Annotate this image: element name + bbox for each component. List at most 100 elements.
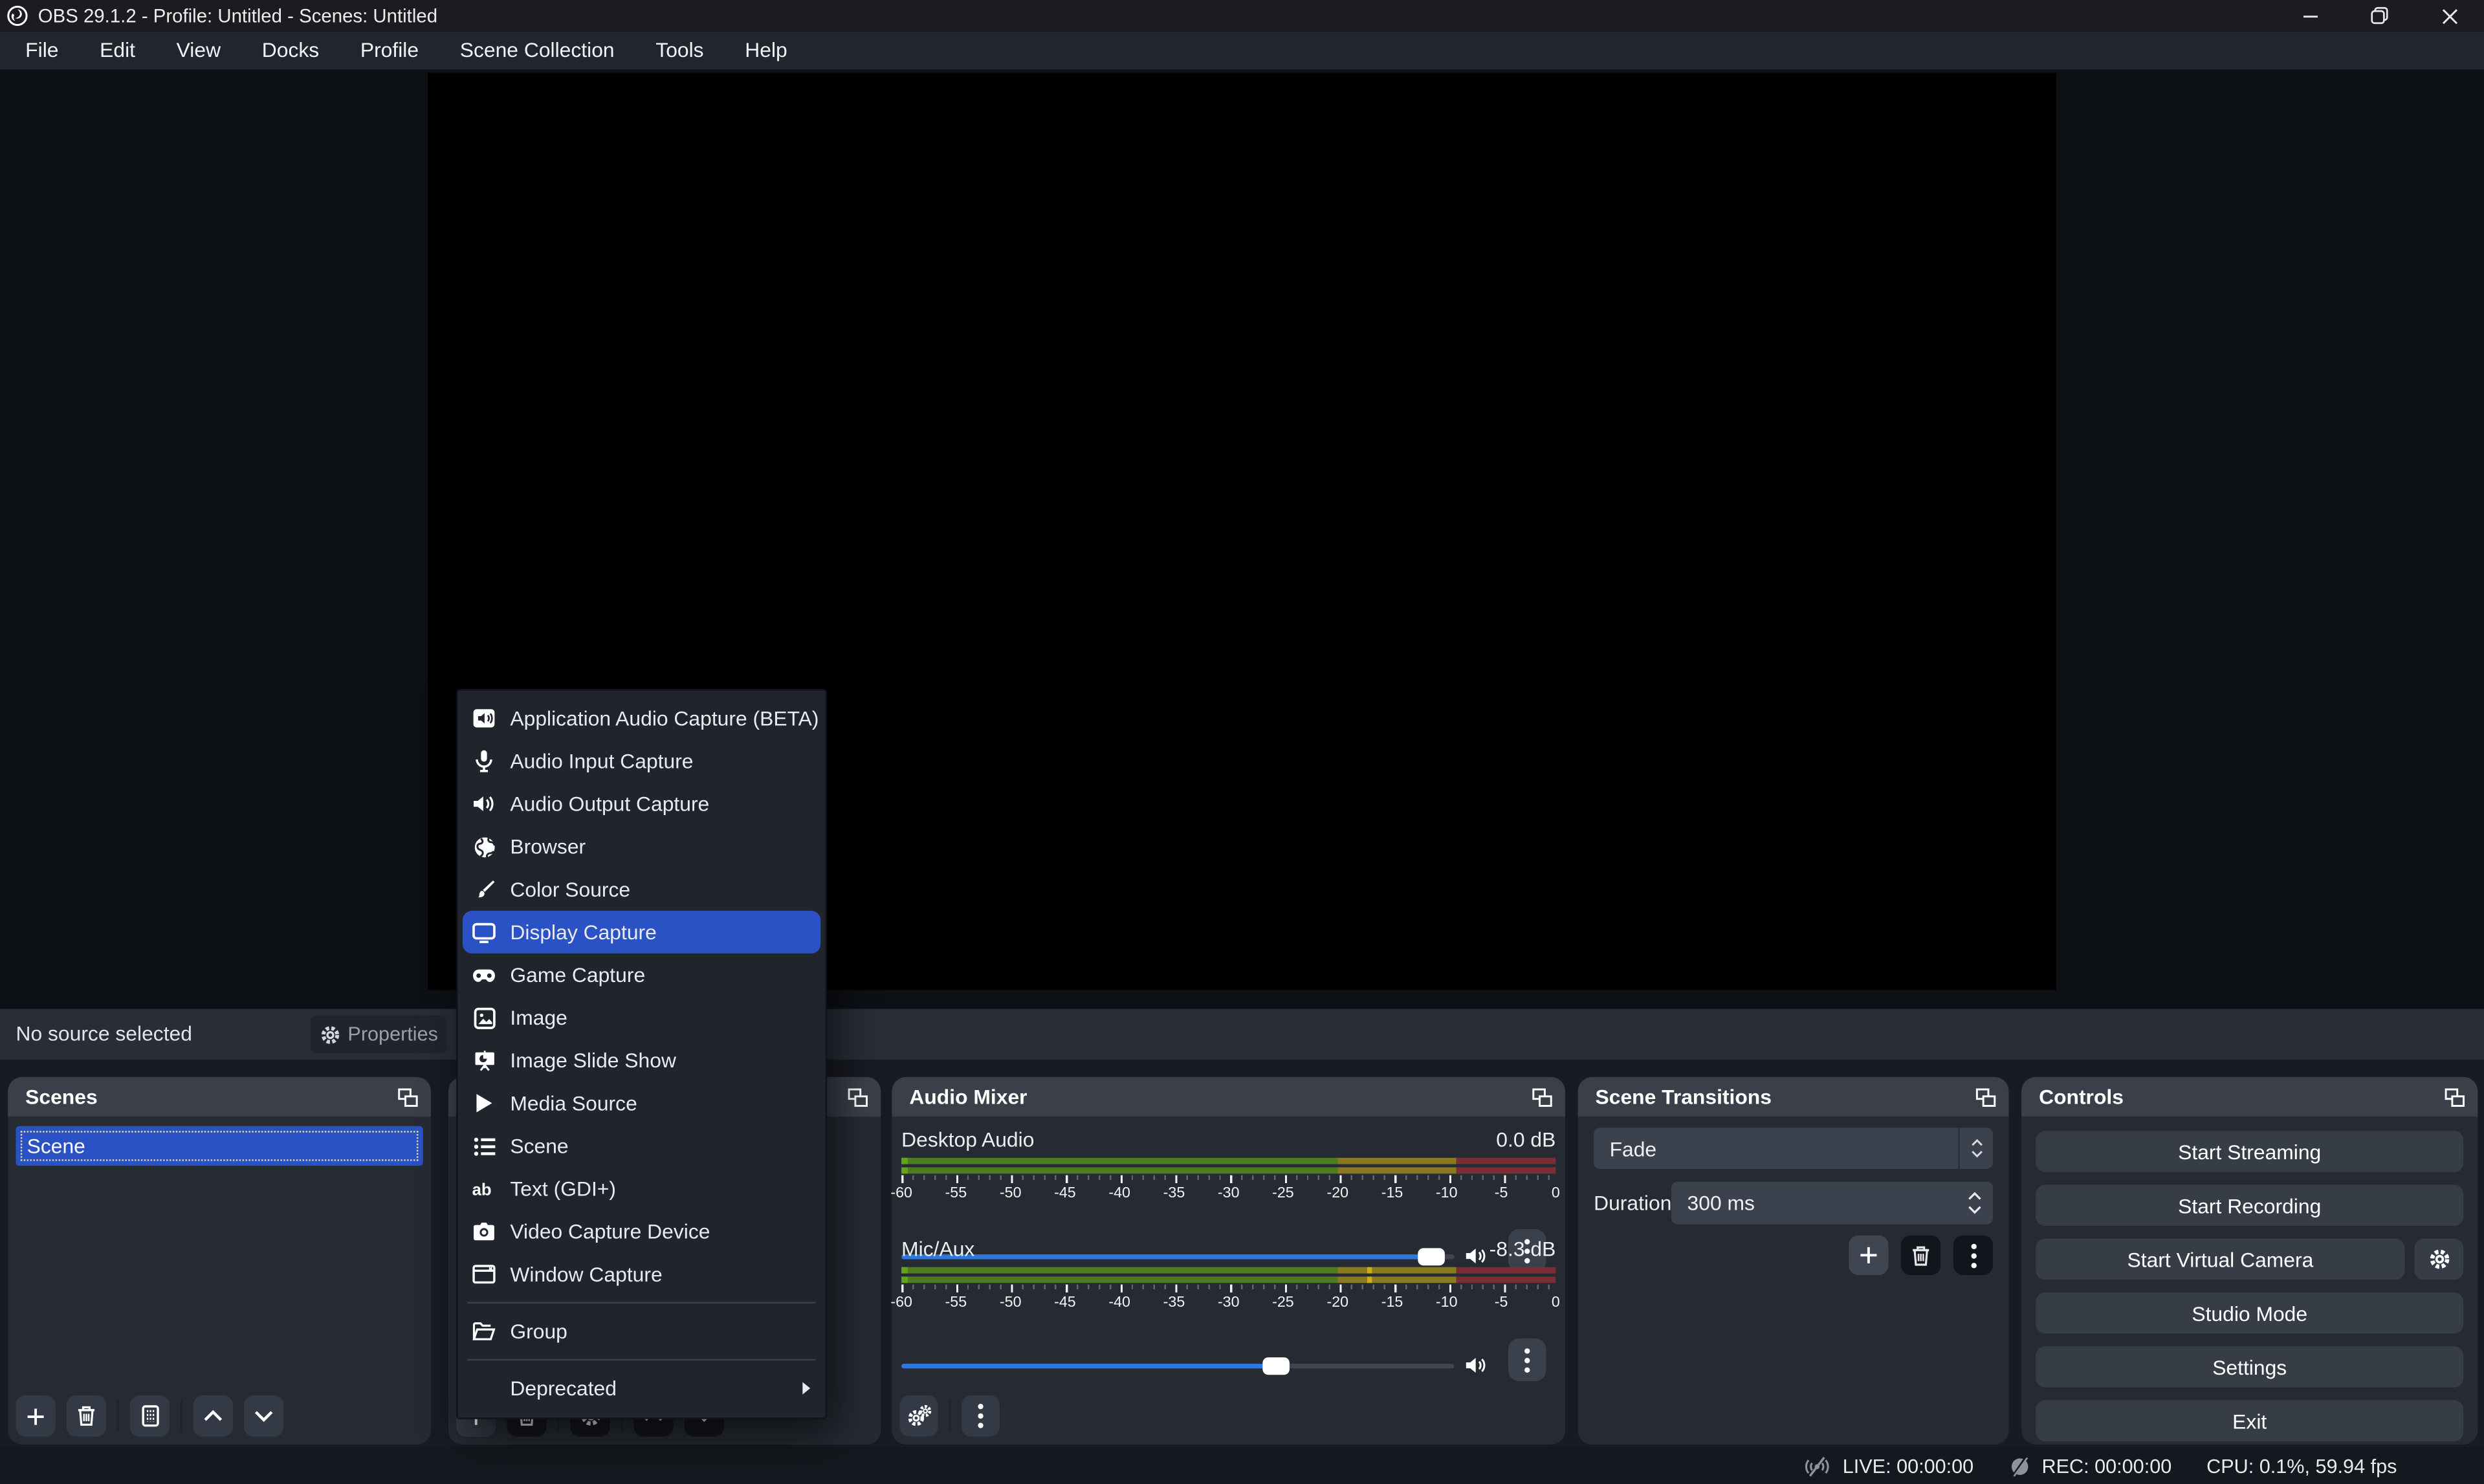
close-button[interactable] [2414,0,2484,32]
meter-tick-scale [901,1175,1555,1183]
duration-label: Duration [1594,1191,1671,1215]
duration-spinbox[interactable]: 300 ms [1671,1182,1993,1225]
application-audio-capture-icon [472,706,496,730]
menu-edit[interactable]: Edit [79,32,156,70]
scenes-toolbar [16,1395,294,1437]
scene-transitions-title: Scene Transitions [1596,1085,1772,1109]
menu-file[interactable]: File [5,32,79,70]
scenes-title: Scenes [25,1085,98,1109]
scene-filters-button[interactable] [130,1395,170,1437]
channel-volume-db: -8.3 dB [1489,1237,1556,1261]
scene-up-button[interactable] [193,1395,233,1437]
transition-options-button[interactable] [1953,1236,1993,1275]
submenu-arrow-icon [802,1381,811,1395]
filter-icon [140,1405,159,1427]
add-transition-button[interactable] [1849,1236,1888,1275]
virtual-camera-settings-button[interactable] [2414,1239,2463,1280]
dots-icon [1524,1347,1530,1372]
duration-value: 300 ms [1671,1191,1755,1215]
image-icon [472,1006,496,1030]
volume-meter: -60 -55 -50 -45 -40 -35 -30 -25 -20 -15 … [901,1267,1555,1312]
menu-tools[interactable]: Tools [635,32,724,70]
popout-icon[interactable] [1532,1087,1553,1106]
remove-scene-button[interactable] [67,1395,106,1437]
duration-row: Duration 300 ms [1594,1182,1993,1225]
menu-item-application-audio-capture[interactable]: Application Audio Capture (BETA) [463,697,820,739]
statusbar: LIVE: 00:00:00 REC: 00:00:00 CPU: 0.1%, … [0,1448,2484,1484]
menu-item-color-source[interactable]: Color Source [463,868,820,911]
audio-mixer-header[interactable]: Audio Mixer [892,1077,1565,1117]
meter-tick-labels: -60 -55 -50 -45 -40 -35 -30 -25 -20 -15 … [901,1184,1555,1202]
menu-item-image-slide-show[interactable]: Image Slide Show [463,1039,820,1082]
menu-item-audio-input-capture[interactable]: Audio Input Capture [463,739,820,782]
start-virtual-camera-button[interactable]: Start Virtual Camera [2036,1239,2404,1280]
scene-transitions-panel: Scene Transitions Fade Duration 300 ms [1578,1077,2009,1445]
popout-icon[interactable] [1975,1087,1996,1106]
chevron-up-icon[interactable] [1968,1191,1982,1201]
menu-scene-collection[interactable]: Scene Collection [439,32,635,70]
controls-panel: Controls Start Streaming Start Recording… [2021,1077,2478,1445]
meter-tick-scale [901,1285,1555,1293]
menu-item-text-gdi[interactable]: ab Text (GDI+) [463,1167,820,1210]
slider-handle[interactable] [1262,1357,1290,1374]
peak-indicator [1367,1276,1372,1282]
settings-button[interactable]: Settings [2036,1346,2463,1388]
popout-icon[interactable] [848,1087,868,1106]
menu-item-game-capture[interactable]: Game Capture [463,954,820,996]
popout-icon[interactable] [2445,1087,2465,1106]
trash-icon [76,1405,97,1427]
start-recording-button[interactable]: Start Recording [2036,1184,2463,1226]
menu-item-scene[interactable]: Scene [463,1124,820,1167]
remove-transition-button[interactable] [1901,1236,1940,1275]
studio-mode-button[interactable]: Studio Mode [2036,1293,2463,1334]
popout-icon[interactable] [398,1087,419,1106]
menu-profile[interactable]: Profile [340,32,439,70]
scenes-panel: Scenes Scene [8,1077,431,1445]
scene-transitions-header[interactable]: Scene Transitions [1578,1077,2009,1117]
speaker-icon[interactable] [1464,1354,1488,1376]
cpu-fps-stats: CPU: 0.1%, 59.94 fps [2206,1455,2397,1477]
advanced-audio-button[interactable] [900,1395,938,1437]
image-slide-show-icon [472,1049,496,1073]
audio-mixer-panel: Audio Mixer Desktop Audio 0.0 dB [892,1077,1565,1445]
controls-header[interactable]: Controls [2021,1077,2478,1117]
meter-bar-right [901,1166,1555,1173]
menu-item-media-source[interactable]: Media Source [463,1082,820,1124]
menu-item-video-capture-device[interactable]: Video Capture Device [463,1210,820,1253]
menu-item-browser[interactable]: Browser [463,825,820,868]
scene-down-button[interactable] [244,1395,283,1437]
mixer-options-button[interactable] [962,1395,1000,1437]
plus-icon [25,1406,46,1426]
controls-title: Controls [2039,1085,2124,1109]
window-capture-icon [472,1262,496,1286]
menu-view[interactable]: View [156,32,241,70]
context-status-text: No source selected [16,1009,192,1060]
menu-item-group[interactable]: Group [463,1310,820,1353]
obs-window: OBS 29.1.2 - Profile: Untitled - Scenes:… [0,0,2484,1484]
transition-selected-value: Fade [1594,1137,1656,1161]
menu-item-audio-output-capture[interactable]: Audio Output Capture [463,783,820,825]
menu-item-display-capture[interactable]: Display Capture [463,911,820,954]
menu-help[interactable]: Help [724,32,808,70]
transition-select[interactable]: Fade [1594,1128,1993,1169]
channel-options-button[interactable] [1508,1338,1546,1381]
menu-item-deprecated[interactable]: Deprecated [463,1367,820,1410]
combo-spinner[interactable] [1958,1128,1993,1169]
add-scene-button[interactable] [16,1395,55,1437]
scenes-panel-header[interactable]: Scenes [8,1077,431,1117]
menu-docks[interactable]: Docks [241,32,340,70]
chevron-down-icon [254,1410,274,1423]
menu-separator [467,1359,816,1360]
scene-list-item[interactable]: Scene [16,1126,423,1166]
restore-button[interactable] [2345,0,2415,32]
menu-item-window-capture[interactable]: Window Capture [463,1253,820,1296]
minimize-button[interactable] [2275,0,2345,32]
chevron-down-icon[interactable] [1968,1205,1982,1215]
source-context-toolbar: No source selected Properties [0,1009,2484,1060]
menu-item-image[interactable]: Image [463,996,820,1039]
audio-output-capture-icon [472,792,496,816]
start-streaming-button[interactable]: Start Streaming [2036,1131,2463,1172]
volume-slider[interactable] [901,1359,1454,1373]
properties-button[interactable]: Properties [311,1015,447,1053]
exit-button[interactable]: Exit [2036,1400,2463,1441]
